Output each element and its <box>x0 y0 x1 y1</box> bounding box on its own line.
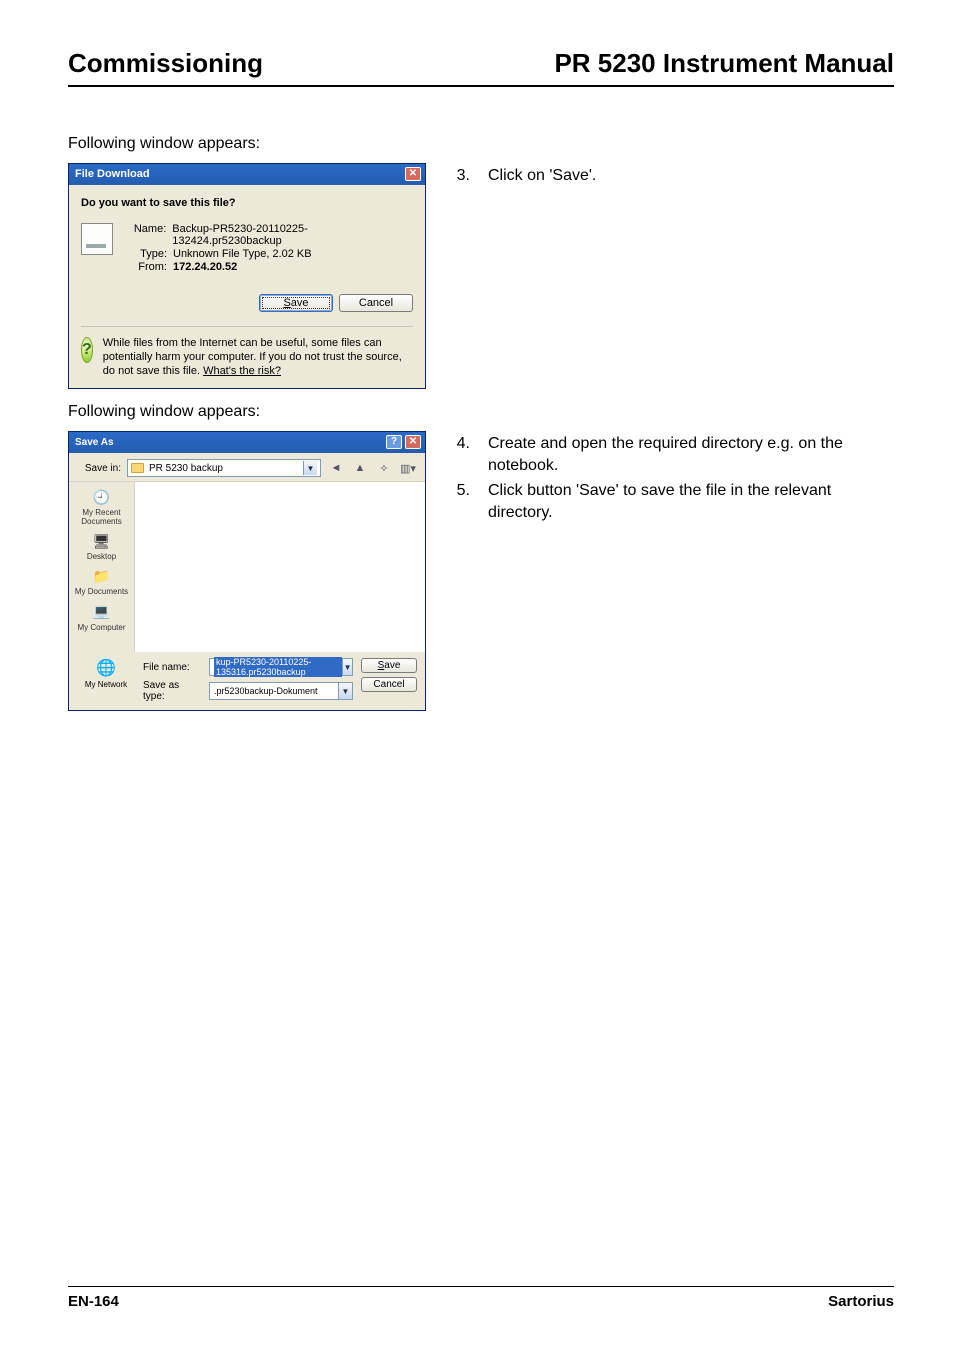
name-value: Backup-PR5230-20110225-132424.pr5230back… <box>172 223 413 247</box>
folder-icon <box>131 463 144 473</box>
desktop-icon: 🖥 <box>87 530 115 552</box>
save-as-titlebar[interactable]: Save As ? ✕ <box>69 432 425 453</box>
close-icon[interactable]: ✕ <box>405 435 421 449</box>
save-as-title: Save As <box>75 437 114 448</box>
back-icon[interactable]: ◄ <box>327 459 345 477</box>
up-one-level-icon[interactable]: ▲ <box>351 459 369 477</box>
risk-warning-text: While files from the Internet can be use… <box>103 337 413 378</box>
place-desktop[interactable]: 🖥 Desktop <box>87 530 116 561</box>
type-value: Unknown File Type, 2.02 KB <box>173 248 312 260</box>
header-right: PR 5230 Instrument Manual <box>554 48 894 79</box>
my-computer-icon: 💻 <box>87 601 115 623</box>
filename-input[interactable]: kup-PR5230-20110225-135316.pr5230backup … <box>209 658 353 676</box>
step5-number: 5. <box>452 480 470 523</box>
place-recent-label: My Recent Documents <box>81 509 121 526</box>
save-in-select[interactable]: PR 5230 backup ▼ <box>127 459 321 477</box>
header-left: Commissioning <box>68 48 263 79</box>
save-button[interactable]: Save <box>361 658 417 673</box>
section2-text: Following window appears: <box>68 403 894 421</box>
filename-label: File name: <box>143 662 203 673</box>
chevron-down-icon[interactable]: ▼ <box>338 683 352 699</box>
from-value: 172.24.20.52 <box>173 261 237 273</box>
place-net-label: My Network <box>85 681 127 689</box>
step5-text: Click button 'Save' to save the file in … <box>488 480 894 523</box>
close-icon[interactable]: ✕ <box>405 167 421 181</box>
section1-text: Following window appears: <box>68 135 894 153</box>
file-list-area[interactable] <box>135 482 425 652</box>
cancel-button[interactable]: Cancel <box>361 677 417 692</box>
shield-question-icon: ? <box>81 337 93 363</box>
file-download-title: File Download <box>75 168 150 180</box>
save-rest: ave <box>384 660 400 671</box>
place-docs-label: My Documents <box>75 588 128 596</box>
whats-the-risk-link[interactable]: What's the risk? <box>203 365 281 377</box>
place-comp-label: My Computer <box>77 624 125 632</box>
save-underline: S <box>283 297 290 309</box>
file-icon <box>81 223 113 255</box>
save-in-value: PR 5230 backup <box>149 463 223 474</box>
file-download-dialog: File Download ✕ Do you want to save this… <box>68 163 426 389</box>
recent-documents-icon: 🕘 <box>88 486 116 508</box>
chevron-down-icon[interactable]: ▼ <box>303 461 317 475</box>
place-my-computer[interactable]: 💻 My Computer <box>77 601 125 632</box>
file-download-question: Do you want to save this file? <box>81 197 413 209</box>
save-as-type-label: Save as type: <box>143 680 203 702</box>
chevron-down-icon[interactable]: ▼ <box>342 659 352 675</box>
name-label: Name: <box>125 223 166 247</box>
step4-text: Create and open the required directory e… <box>488 433 894 476</box>
save-as-dialog: Save As ? ✕ Save in: PR 5230 backup ▼ ◄ … <box>68 431 426 711</box>
footer-brand: Sartorius <box>828 1293 894 1310</box>
save-as-type-value: .pr5230backup-Dokument <box>214 686 318 696</box>
place-recent-documents[interactable]: 🕘 My Recent Documents <box>81 486 121 526</box>
cancel-button[interactable]: Cancel <box>339 294 413 312</box>
my-network-icon: 🌐 <box>92 658 120 680</box>
from-label: From: <box>125 261 167 273</box>
save-rest: ave <box>291 297 309 309</box>
type-label: Type: <box>125 248 167 260</box>
save-button[interactable]: Save <box>259 294 333 312</box>
step3-text: Click on 'Save'. <box>488 165 596 187</box>
view-menu-icon[interactable]: ▥▾ <box>399 459 417 477</box>
place-my-network[interactable]: 🌐 My Network <box>77 658 135 689</box>
places-bar: 🕘 My Recent Documents 🖥 Desktop 📁 My Doc… <box>69 482 135 652</box>
filename-value: kup-PR5230-20110225-135316.pr5230backup <box>214 657 342 677</box>
help-icon[interactable]: ? <box>386 435 402 449</box>
step4-number: 4. <box>452 433 470 476</box>
new-folder-icon[interactable]: ✧ <box>375 459 393 477</box>
my-documents-icon: 📁 <box>87 565 115 587</box>
footer-page-number: EN-164 <box>68 1293 119 1310</box>
step3-number: 3. <box>452 165 470 187</box>
place-desktop-label: Desktop <box>87 553 116 561</box>
save-in-label: Save in: <box>77 463 121 474</box>
file-download-titlebar[interactable]: File Download ✕ <box>69 164 425 185</box>
place-my-documents[interactable]: 📁 My Documents <box>75 565 128 596</box>
save-as-type-select[interactable]: .pr5230backup-Dokument ▼ <box>209 682 353 700</box>
